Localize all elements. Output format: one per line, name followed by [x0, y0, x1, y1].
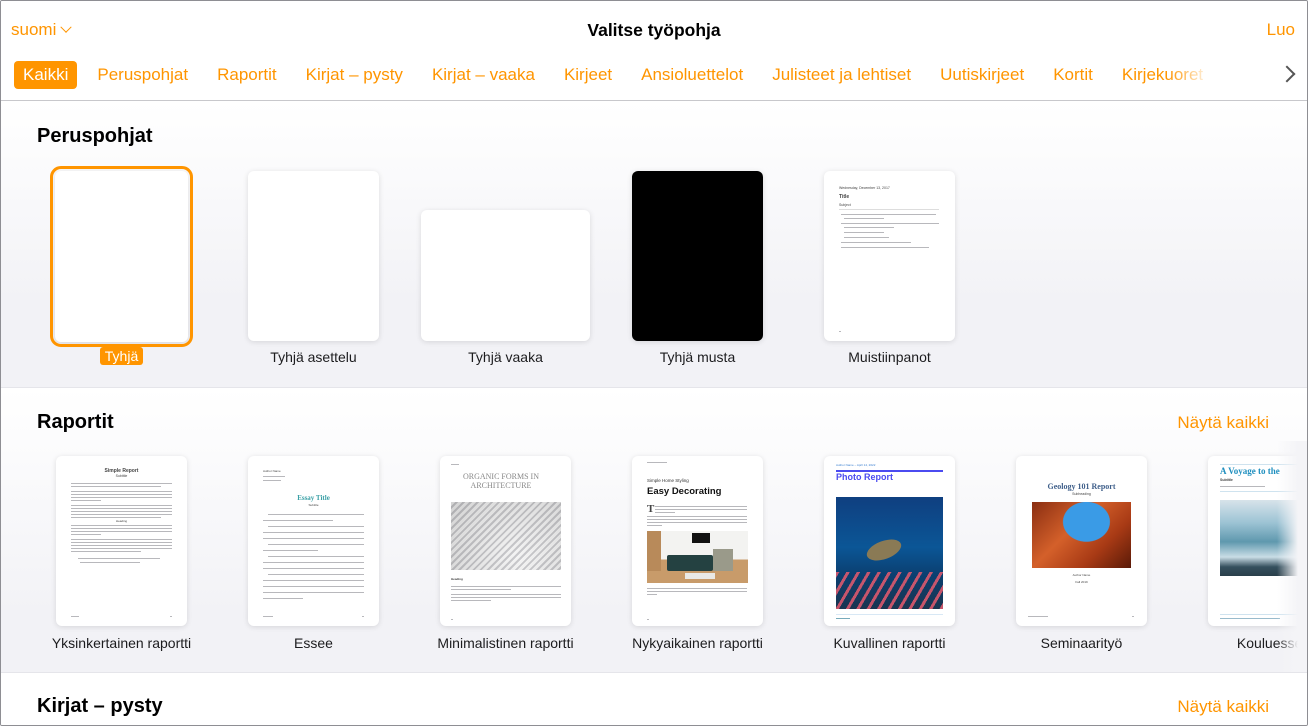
- see-all-reports-link[interactable]: Näytä kaikki: [1177, 413, 1269, 433]
- template-thumbnail: [55, 171, 188, 342]
- template-simple-report[interactable]: Simple Report Subtitle Heading: [56, 456, 187, 651]
- top-bar: suomi Valitse työpohja Luo Kaikki Perusp…: [1, 1, 1307, 101]
- template-notes[interactable]: Wednesday, December 13, 2017 Title Subje…: [824, 171, 955, 366]
- template-thumbnail: [421, 210, 590, 341]
- tab-resumes[interactable]: Ansioluettelot: [632, 61, 752, 89]
- preview-author: Author Name: [1016, 573, 1147, 577]
- preview-title: Essay Title: [248, 494, 379, 502]
- tab-reports[interactable]: Raportit: [208, 61, 286, 89]
- section-title: Peruspohjat: [37, 125, 153, 148]
- template-thumbnail: Simple Report Subtitle Heading: [56, 456, 187, 626]
- template-essay[interactable]: Author Name Essay Title Subtitle: [248, 456, 379, 651]
- template-label: Minimalistinen raportti: [400, 635, 611, 651]
- template-chooser-window: suomi Valitse työpohja Luo Kaikki Perusp…: [0, 0, 1308, 726]
- template-blank-layout[interactable]: Tyhjä asettelu: [248, 171, 379, 366]
- template-label: Seminaarityö: [976, 635, 1187, 651]
- tab-letters[interactable]: Kirjeet: [555, 61, 621, 89]
- template-label: Essee: [208, 635, 419, 651]
- preview-term: Fall 2019: [1016, 580, 1147, 584]
- preview-heading: Heading: [56, 519, 187, 523]
- preview-subtitle: Subtitle: [1220, 478, 1233, 482]
- section-title: Raportit: [37, 411, 114, 434]
- template-label: Yksinkertainen raportti: [16, 635, 227, 651]
- section-books-portrait: Kirjat – pysty Näytä kaikki: [1, 673, 1307, 726]
- preview-subject: Subject: [839, 203, 851, 207]
- template-label: Tyhjä: [15, 348, 228, 364]
- template-thumbnail: Simple Home Styling Easy Decorating T: [632, 456, 763, 626]
- tab-books-portrait[interactable]: Kirjat – pysty: [297, 61, 412, 89]
- template-thumbnail: Author Name – April 14, 2022 Photo Repor…: [824, 456, 955, 626]
- preview-title: A Voyage to the: [1220, 466, 1280, 476]
- template-minimalist-report[interactable]: ORGANIC FORMS IN ARCHITECTURE Heading Mi…: [440, 456, 571, 651]
- page-title: Valitse työpohja: [1, 20, 1307, 41]
- preview-kicker: Simple Home Styling: [647, 478, 689, 483]
- sea-turtle-image: [836, 497, 943, 609]
- tab-newsletters[interactable]: Uutiskirjeet: [931, 61, 1033, 89]
- template-blank-black[interactable]: Tyhjä musta: [632, 171, 763, 366]
- template-label: Muistiinpanot: [784, 349, 995, 365]
- tab-cards[interactable]: Kortit: [1044, 61, 1102, 89]
- preview-heading: Heading: [451, 577, 463, 581]
- create-button[interactable]: Luo: [1267, 20, 1295, 40]
- tab-books-landscape[interactable]: Kirjat – vaaka: [423, 61, 544, 89]
- preview-title: Easy Decorating: [647, 486, 721, 497]
- preview-title: Title: [839, 194, 849, 200]
- template-contemporary-report[interactable]: Simple Home Styling Easy Decorating T: [632, 456, 763, 651]
- preview-title: Photo Report: [836, 472, 893, 482]
- architecture-image: [451, 502, 561, 570]
- template-blank-landscape[interactable]: Tyhjä vaaka: [421, 210, 590, 366]
- preview-subtitle: Subtitle: [248, 503, 379, 507]
- template-photo-report[interactable]: Author Name – April 14, 2022 Photo Repor…: [824, 456, 955, 651]
- preview-date: Wednesday, December 13, 2017: [839, 186, 890, 190]
- category-tabs: Kaikki Peruspohjat Raportit Kirjat – pys…: [14, 60, 1277, 90]
- template-thumbnail: Author Name Essay Title Subtitle: [248, 456, 379, 626]
- tab-all[interactable]: Kaikki: [14, 61, 77, 89]
- preview-subtitle: Subtitle: [56, 474, 187, 478]
- living-room-image: [647, 531, 748, 583]
- template-thumbnail: [248, 171, 379, 341]
- section-basic: Peruspohjat Tyhjä Tyhjä asettelu Tyhjä v…: [1, 102, 1307, 387]
- tab-posters-flyers[interactable]: Julisteet ja lehtiset: [763, 61, 920, 89]
- template-label: Nykyaikainen raportti: [592, 635, 803, 651]
- preview-subtitle: Subheading: [1016, 492, 1147, 496]
- template-thumbnail: Geology 101 Report Subheading Author Nam…: [1016, 456, 1147, 626]
- scroll-fade: [1277, 441, 1307, 681]
- section-title: Kirjat – pysty: [37, 695, 163, 718]
- template-term-paper[interactable]: Geology 101 Report Subheading Author Nam…: [1016, 456, 1147, 651]
- template-thumbnail: ORGANIC FORMS IN ARCHITECTURE Heading: [440, 456, 571, 626]
- see-all-books-link[interactable]: Näytä kaikki: [1177, 697, 1269, 717]
- preview-title: Geology 101 Report: [1016, 482, 1147, 491]
- chevron-right-icon[interactable]: [1281, 64, 1295, 84]
- preview-byline: Author Name – April 14, 2022: [836, 463, 875, 467]
- canyon-image: [1032, 502, 1131, 568]
- preview-title: ORGANIC FORMS IN ARCHITECTURE: [451, 472, 551, 490]
- tab-basic[interactable]: Peruspohjat: [88, 61, 197, 89]
- template-thumbnail: Wednesday, December 13, 2017 Title Subje…: [824, 171, 955, 341]
- tab-envelopes[interactable]: Kirjekuoret: [1113, 61, 1212, 89]
- template-label: Kuvallinen raportti: [784, 635, 995, 651]
- template-label: Tyhjä musta: [592, 349, 803, 365]
- template-thumbnail: [632, 171, 763, 341]
- section-reports: Raportit Näytä kaikki Simple Report Subt…: [1, 388, 1307, 672]
- preview-author: Author Name: [263, 469, 281, 473]
- template-blank[interactable]: Tyhjä: [55, 171, 188, 366]
